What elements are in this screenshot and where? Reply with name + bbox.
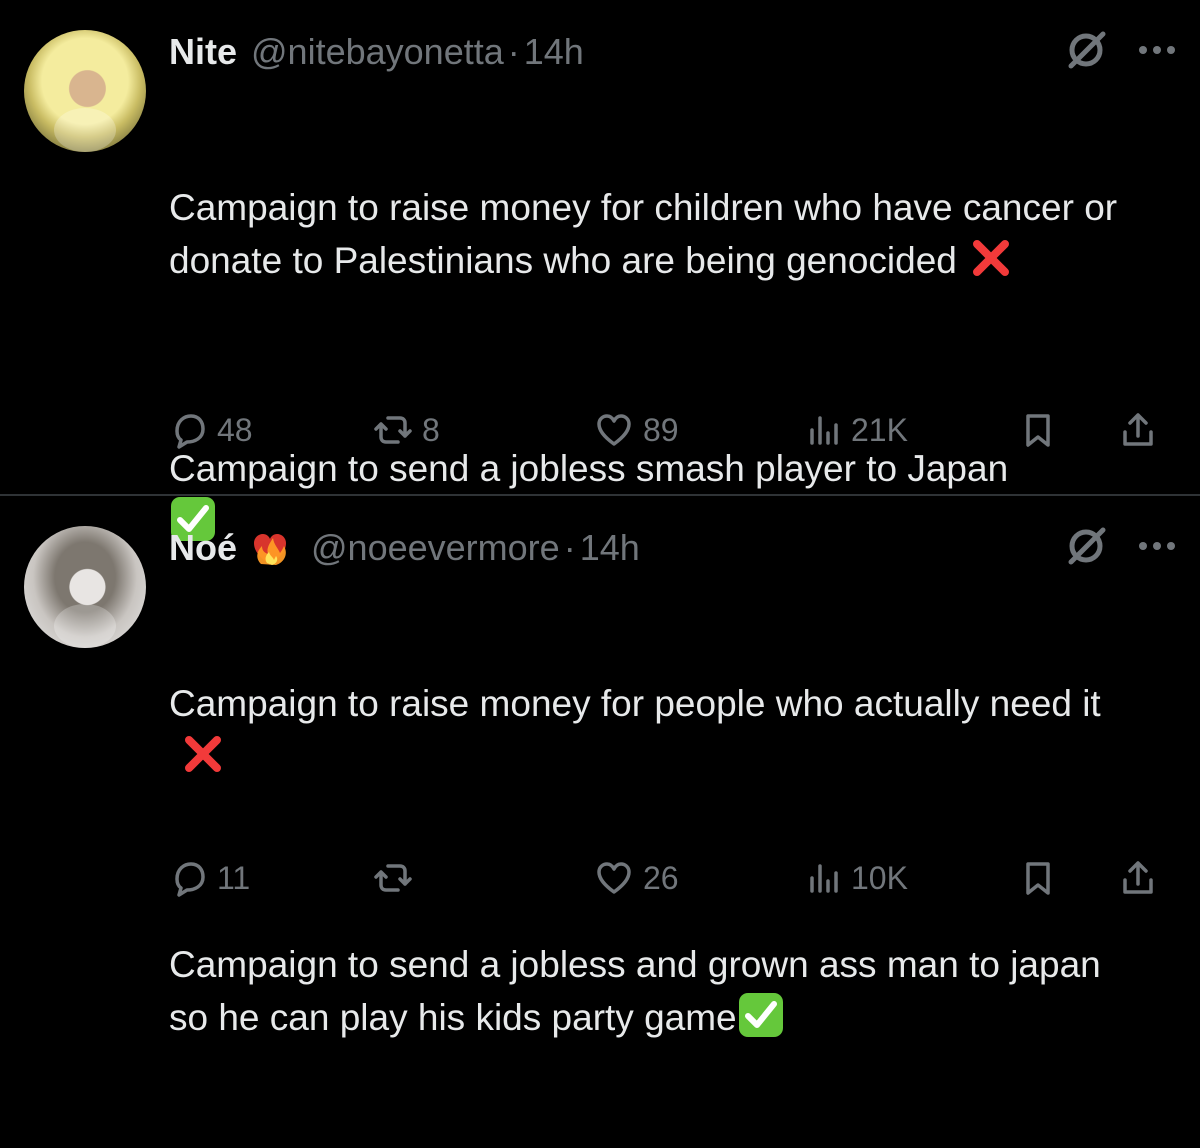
tweet-paragraph-1: Campaign to raise money for people who a… [169, 678, 1149, 783]
tweet-line: Campaign to raise money for people who a… [169, 683, 1101, 724]
tweet-header: Nite @nitebayonetta · 14h [169, 28, 584, 76]
display-name[interactable]: Noé [169, 524, 237, 572]
view-count: 21K [851, 412, 908, 448]
views-button[interactable]: 21K [807, 406, 908, 454]
more-icon[interactable] [1138, 540, 1176, 552]
timestamp[interactable]: 14h [524, 28, 584, 76]
reply-count: 48 [217, 412, 253, 448]
reply-icon [175, 414, 205, 449]
like-button[interactable]: 89 [595, 406, 679, 454]
share-button[interactable] [1119, 854, 1157, 902]
share-button[interactable] [1119, 406, 1157, 454]
reply-icon [175, 862, 205, 897]
timestamp[interactable]: 14h [580, 524, 640, 572]
share-icon [1123, 861, 1153, 894]
cross-mark-emoji-icon [185, 736, 221, 772]
views-button[interactable]: 10K [807, 854, 908, 902]
avatar[interactable] [24, 30, 146, 152]
tweet-paragraph-1: Campaign to raise money for children who… [169, 182, 1149, 287]
check-mark-emoji-icon [738, 993, 783, 1037]
views-icon [810, 864, 838, 893]
avatar-face-shading [54, 604, 116, 648]
like-count: 89 [643, 412, 679, 448]
reply-button[interactable]: 11 [169, 854, 250, 902]
tweet-line: Campaign to send a jobless smash player … [169, 448, 1009, 489]
heart-on-fire-emoji-icon [254, 534, 287, 565]
reply-button[interactable]: 48 [169, 406, 253, 454]
time-separator: · [563, 527, 576, 568]
tweet-line: Campaign to send a jobless and grown ass… [169, 944, 1112, 1038]
tweet-actions-bar: 11 26 10K [169, 854, 1176, 902]
tweet-actions-bar: 48 8 89 21K [169, 406, 1176, 454]
display-name[interactable]: Nite [169, 28, 237, 76]
bookmark-icon [1026, 414, 1050, 447]
tweet-card[interactable]: Nite @nitebayonetta · 14h Campaign to ra… [0, 0, 1200, 541]
tweet-top-actions [1066, 521, 1176, 571]
retweet-icon [374, 416, 412, 444]
more-icon[interactable] [1138, 44, 1176, 56]
tweet-top-actions [1066, 25, 1176, 75]
views-icon [810, 416, 838, 445]
heart-icon [597, 862, 631, 894]
avatar[interactable] [24, 526, 146, 648]
like-count: 26 [643, 860, 679, 896]
bookmark-button[interactable] [1019, 406, 1057, 454]
user-handle[interactable]: @nitebayonetta [251, 28, 504, 76]
cross-mark-emoji-icon [972, 240, 1009, 276]
retweet-button[interactable] [374, 854, 422, 902]
retweet-count: 8 [422, 412, 440, 448]
time-separator: · [507, 31, 520, 72]
user-handle[interactable]: @noeevermore [311, 524, 560, 572]
reply-count: 11 [217, 860, 251, 896]
avatar-face-shading [54, 108, 116, 152]
retweet-icon [374, 864, 412, 892]
tweet-card[interactable]: Noé @noeevermore · 14h Campaign to raise… [0, 496, 1200, 1038]
bookmark-button[interactable] [1019, 854, 1057, 902]
share-icon [1123, 413, 1153, 446]
tweet-paragraph-2: Campaign to send a jobless and grown ass… [169, 939, 1149, 1044]
retweet-button[interactable]: 8 [374, 406, 440, 454]
like-button[interactable]: 26 [595, 854, 679, 902]
heart-icon [597, 414, 631, 446]
grok-icon[interactable] [1066, 29, 1108, 71]
view-count: 10K [851, 860, 908, 896]
grok-icon[interactable] [1066, 525, 1108, 567]
tweet-header: Noé @noeevermore · 14h [169, 524, 640, 572]
bookmark-icon [1026, 862, 1050, 895]
